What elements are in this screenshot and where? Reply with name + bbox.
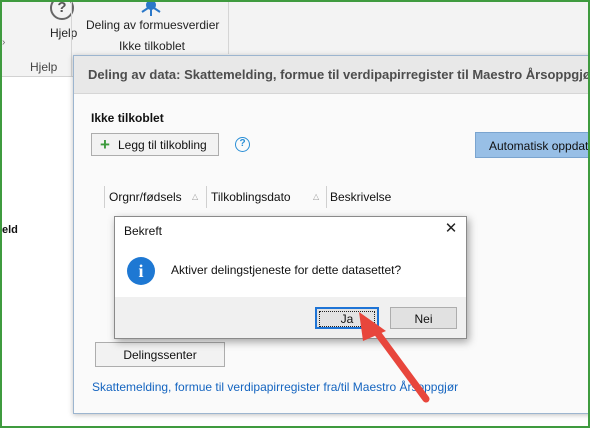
dialog-message: Aktiver delingstjeneste for dette datase… (171, 263, 402, 277)
share-button-label: Deling av formuesverdier (86, 18, 220, 32)
auto-update-button[interactable]: Automatisk oppdatering (475, 132, 590, 158)
connection-status-heading: Ikke tilkoblet (91, 111, 164, 125)
ribbon-group-divider (71, 2, 72, 76)
column-header-description[interactable]: Beskrivelse (330, 190, 391, 204)
sharing-center-button[interactable]: Delingssenter (95, 342, 225, 367)
share-icon (141, 2, 161, 16)
sort-arrow-icon: △ (313, 192, 320, 201)
dialog-titlebar[interactable]: Bekreft ✕ (115, 217, 466, 244)
plus-icon: + (100, 135, 110, 154)
share-wealth-values-button[interactable]: Deling av formuesverdier Ikke tilkoblet (82, 2, 222, 54)
confirm-dialog: Bekreft ✕ i Aktiver delingstjeneste for … (114, 216, 467, 339)
sort-arrow-icon: △ (192, 192, 199, 201)
column-divider (104, 186, 105, 208)
ribbon-bottom-divider (2, 76, 73, 77)
dataset-link[interactable]: Skattemelding, formue til verdipapirregi… (92, 380, 458, 394)
no-button-label: Nei (414, 312, 433, 326)
ribbon-group-divider (228, 2, 229, 54)
info-icon: i (127, 257, 155, 285)
no-button[interactable]: Nei (390, 307, 457, 329)
yes-button[interactable]: Ja (315, 307, 379, 329)
help-icon[interactable]: ? (235, 137, 250, 152)
add-connection-button[interactable]: + Legg til tilkobling (91, 133, 219, 156)
dialog-title: Bekreft (124, 224, 163, 238)
column-divider (206, 186, 207, 208)
add-connection-label: Legg til tilkobling (118, 138, 207, 152)
auto-update-label: Automatisk oppdatering (489, 139, 590, 153)
ribbon-collapse-chevron-icon[interactable]: › (2, 38, 10, 48)
screen: › ? Hjelp Hjelp Deling av formuesverdier… (0, 0, 590, 428)
grid-header: Orgnr/fødsels △ Tilkoblingsdato △ Beskri… (104, 184, 590, 210)
help-button-label: Hjelp (50, 26, 78, 40)
left-panel-label: eld (2, 224, 18, 236)
help-button[interactable]: ? Hjelp (22, 0, 77, 48)
help-group-label: Hjelp (30, 60, 58, 74)
column-divider (326, 186, 327, 208)
column-header-orgnr[interactable]: Orgnr/fødsels (109, 190, 182, 204)
window-titlebar[interactable]: Deling av data: Skattemelding, formue ti… (74, 56, 590, 94)
dialog-body: i Aktiver delingstjeneste for dette data… (115, 244, 466, 297)
share-status-label: Ikke tilkoblet (118, 39, 186, 53)
window-title: Deling av data: Skattemelding, formue ti… (88, 67, 590, 82)
column-header-connection-date[interactable]: Tilkoblingsdato (211, 190, 291, 204)
close-icon[interactable]: ✕ (443, 221, 459, 237)
yes-button-label: Ja (340, 312, 354, 326)
sharing-center-label: Delingssenter (123, 348, 197, 362)
